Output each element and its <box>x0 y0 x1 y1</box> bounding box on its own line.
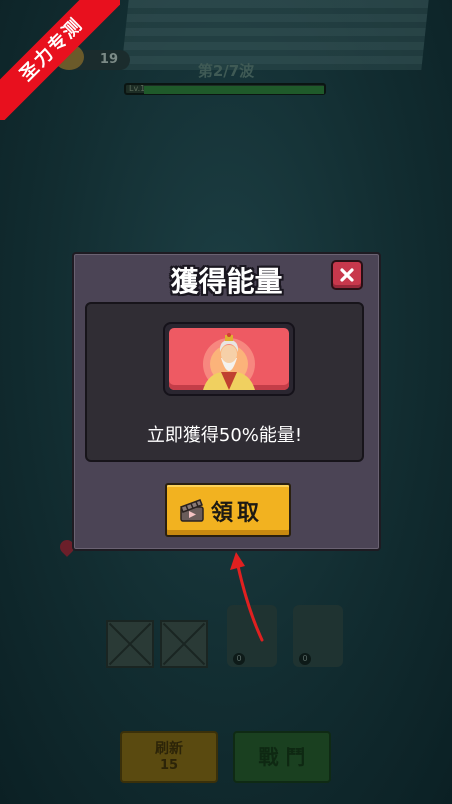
pointer-arrow-icon <box>230 552 264 642</box>
